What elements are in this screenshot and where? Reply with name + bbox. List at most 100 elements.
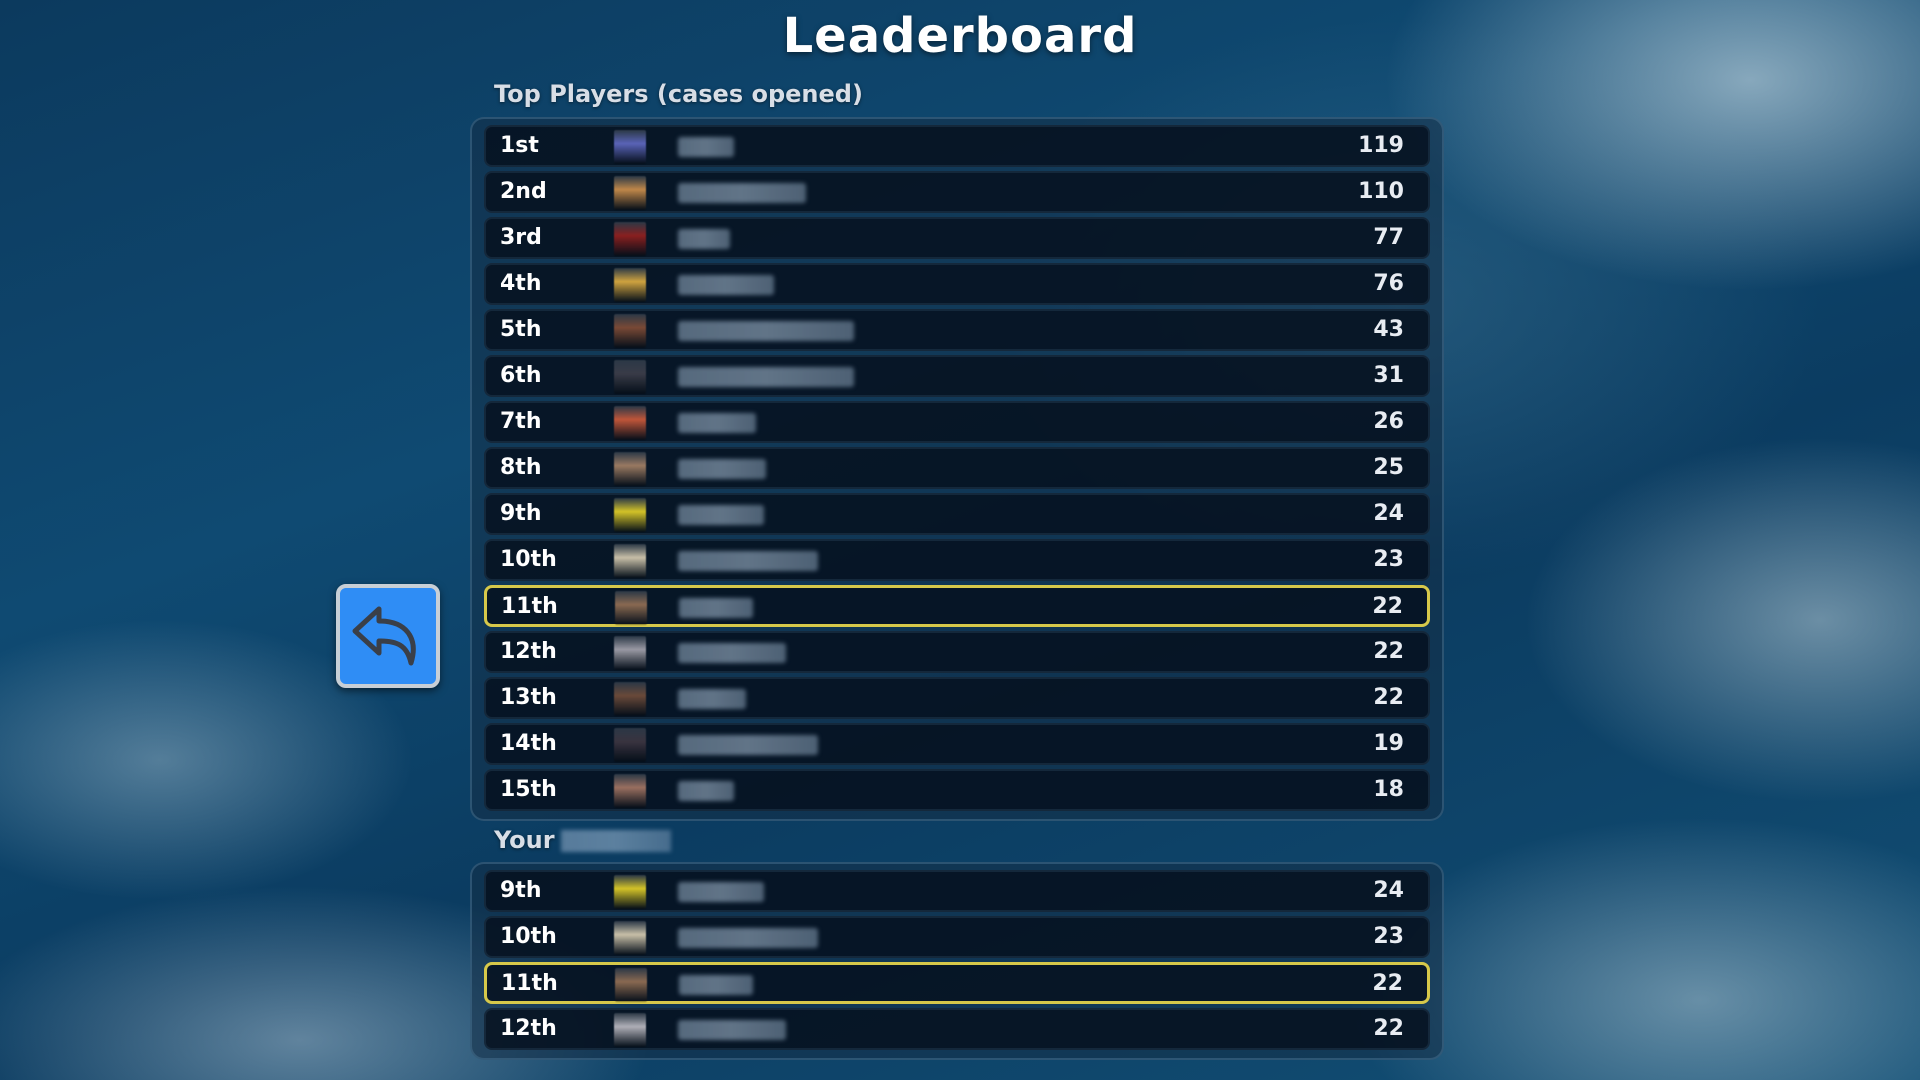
player-avatar — [614, 314, 646, 348]
player-name-redacted — [678, 882, 764, 902]
player-name-redacted — [678, 321, 854, 341]
cases-opened-count: 22 — [1372, 594, 1403, 619]
cases-opened-count: 31 — [1373, 363, 1404, 388]
rank-label: 6th — [500, 363, 542, 388]
player-name-redacted — [678, 643, 786, 663]
rank-label: 11th — [501, 971, 558, 996]
rank-label: 14th — [500, 731, 557, 756]
cases-opened-count: 18 — [1373, 777, 1404, 802]
leaderboard-row-self: 11th 22 — [484, 962, 1430, 1004]
player-name-redacted — [678, 781, 734, 801]
cases-opened-count: 22 — [1373, 685, 1404, 710]
leaderboard-row: 1st 119 — [484, 125, 1430, 167]
cases-opened-count: 24 — [1373, 501, 1404, 526]
top-players-panel: 1st 119 2nd 110 3rd 77 4th 76 5th 43 6th 31 7th 26 8th… — [470, 117, 1444, 821]
your-position-label: Your — [494, 826, 555, 854]
rank-label: 15th — [500, 777, 557, 802]
player-avatar — [614, 728, 646, 762]
rank-label: 1st — [500, 133, 539, 158]
player-avatar — [614, 268, 646, 302]
player-avatar — [614, 406, 646, 440]
player-name-redacted — [679, 975, 753, 995]
top-players-heading: Top Players (cases opened) — [494, 80, 863, 108]
player-avatar — [614, 130, 646, 164]
leaderboard-row: 7th 26 — [484, 401, 1430, 443]
leaderboard-row: 8th 25 — [484, 447, 1430, 489]
rank-label: 12th — [500, 1016, 557, 1041]
player-name-redacted — [678, 1020, 786, 1040]
player-avatar — [614, 682, 646, 716]
player-name-redacted — [678, 413, 756, 433]
leaderboard-row: 14th 19 — [484, 723, 1430, 765]
player-avatar — [614, 544, 646, 578]
rank-label: 2nd — [500, 179, 547, 204]
cases-opened-count: 119 — [1358, 133, 1404, 158]
leaderboard-row: 10th 23 — [484, 539, 1430, 581]
player-avatar — [614, 875, 646, 909]
your-position-heading: Your — [494, 826, 671, 854]
player-name-redacted — [678, 505, 764, 525]
player-name-redacted — [679, 598, 753, 618]
leaderboard-row: 9th 24 — [484, 493, 1430, 535]
rank-label: 9th — [500, 878, 542, 903]
leaderboard-row-self: 11th 22 — [484, 585, 1430, 627]
cases-opened-count: 24 — [1373, 878, 1404, 903]
page-title: Leaderboard — [782, 8, 1138, 64]
player-name-redacted — [678, 183, 806, 203]
player-name-redacted — [678, 459, 766, 479]
cases-opened-count: 26 — [1373, 409, 1404, 434]
leaderboard-row: 5th 43 — [484, 309, 1430, 351]
rank-label: 7th — [500, 409, 542, 434]
rank-label: 5th — [500, 317, 542, 342]
player-name-redacted — [678, 137, 734, 157]
player-name-redacted — [678, 735, 818, 755]
leaderboard-row: 4th 76 — [484, 263, 1430, 305]
leaderboard-row: 12th 22 — [484, 631, 1430, 673]
cases-opened-count: 110 — [1358, 179, 1404, 204]
rank-label: 11th — [501, 594, 558, 619]
back-arrow-icon — [352, 606, 416, 666]
player-avatar — [614, 452, 646, 486]
cases-opened-count: 22 — [1373, 1016, 1404, 1041]
your-position-panel: 9th 24 10th 23 11th 22 12th 22 — [470, 862, 1444, 1060]
leaderboard-row: 2nd 110 — [484, 171, 1430, 213]
rank-label: 8th — [500, 455, 542, 480]
rank-label: 13th — [500, 685, 557, 710]
rank-label: 12th — [500, 639, 557, 664]
leaderboard-row: 12th 22 — [484, 1008, 1430, 1050]
cases-opened-count: 23 — [1373, 547, 1404, 572]
rank-label: 9th — [500, 501, 542, 526]
leaderboard-row: 9th 24 — [484, 870, 1430, 912]
player-avatar — [615, 968, 647, 1002]
rank-label: 10th — [500, 547, 557, 572]
leaderboard-row: 15th 18 — [484, 769, 1430, 811]
player-avatar — [614, 360, 646, 394]
cases-opened-count: 77 — [1373, 225, 1404, 250]
leaderboard-row: 10th 23 — [484, 916, 1430, 958]
player-avatar — [614, 921, 646, 955]
player-avatar — [614, 176, 646, 210]
player-name-redacted — [678, 551, 818, 571]
cases-opened-count: 19 — [1373, 731, 1404, 756]
player-avatar — [614, 222, 646, 256]
player-name-redacted — [678, 367, 854, 387]
cases-opened-count: 76 — [1373, 271, 1404, 296]
rank-label: 4th — [500, 271, 542, 296]
player-name-redacted — [678, 275, 774, 295]
player-avatar — [615, 591, 647, 625]
redacted-word — [560, 830, 671, 852]
player-name-redacted — [678, 689, 746, 709]
leaderboard-row: 3rd 77 — [484, 217, 1430, 259]
cases-opened-count: 43 — [1373, 317, 1404, 342]
leaderboard-row: 13th 22 — [484, 677, 1430, 719]
player-avatar — [614, 774, 646, 808]
back-button[interactable] — [336, 584, 440, 688]
player-name-redacted — [678, 928, 818, 948]
cases-opened-count: 22 — [1373, 639, 1404, 664]
player-name-redacted — [678, 229, 730, 249]
player-avatar — [614, 1013, 646, 1047]
cases-opened-count: 22 — [1372, 971, 1403, 996]
cases-opened-count: 25 — [1373, 455, 1404, 480]
player-avatar — [614, 498, 646, 532]
cases-opened-count: 23 — [1373, 924, 1404, 949]
